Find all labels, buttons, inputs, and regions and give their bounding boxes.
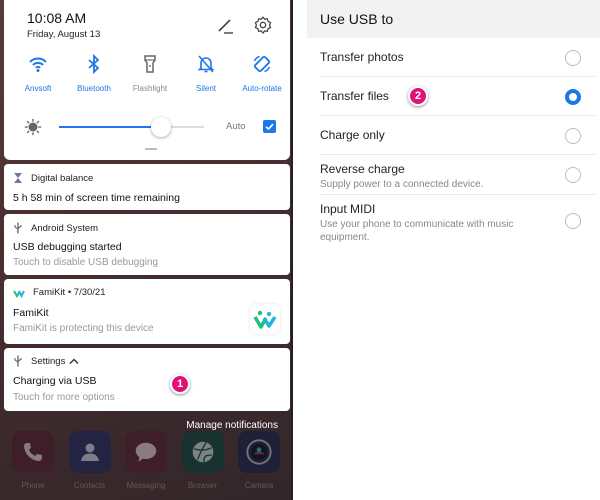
checkmark-icon bbox=[265, 123, 274, 131]
radio-input-midi[interactable] bbox=[565, 213, 581, 229]
usb-option-charge-only[interactable]: Charge only bbox=[320, 116, 596, 155]
rotate-icon bbox=[253, 55, 271, 73]
notification-app-name: Settings bbox=[31, 355, 66, 367]
option-label: Input MIDI bbox=[320, 202, 376, 216]
usb-option-reverse-charge[interactable]: Reverse charge Supply power to a connect… bbox=[320, 155, 596, 195]
notification-famikit[interactable]: FamiKit • 7/30/21 FamiKit FamiKit is pro… bbox=[4, 279, 290, 344]
drag-handle[interactable] bbox=[145, 148, 157, 150]
phone-icon bbox=[24, 443, 42, 461]
tile-label: Bluetooth bbox=[77, 84, 111, 93]
option-label: Reverse charge bbox=[320, 162, 405, 176]
tile-auto-rotate[interactable]: Auto-rotate bbox=[232, 53, 291, 93]
bluetooth-icon bbox=[88, 53, 100, 75]
clock-time: 10:08 AM bbox=[27, 10, 87, 26]
tile-flashlight[interactable]: Flashlight bbox=[120, 53, 180, 93]
tile-bluetooth[interactable]: Bluetooth bbox=[64, 53, 124, 93]
browser-icon bbox=[192, 441, 213, 463]
usb-option-input-midi[interactable]: Input MIDI Use your phone to communicate… bbox=[320, 195, 596, 250]
dock-app-label: Camera bbox=[244, 481, 274, 490]
step-marker-2: 2 bbox=[408, 86, 428, 106]
radio-transfer-photos[interactable] bbox=[565, 50, 581, 66]
usb-icon bbox=[14, 222, 22, 234]
dock-app-label: Messaging bbox=[126, 481, 166, 490]
usb-options-dialog: Use USB to Transfer photos Transfer file… bbox=[307, 0, 600, 500]
dock-app-contacts[interactable]: Contacts bbox=[68, 431, 111, 490]
notification-usb-debugging[interactable]: Android System USB debugging started Tou… bbox=[4, 214, 290, 275]
dock-app-camera[interactable]: Camera bbox=[238, 431, 280, 490]
option-label: Charge only bbox=[320, 128, 385, 142]
dock-app-label: Contacts bbox=[73, 481, 106, 490]
settings-gear-icon[interactable] bbox=[253, 15, 273, 35]
option-label: Transfer files bbox=[320, 89, 389, 103]
dialog-title: Use USB to bbox=[307, 0, 600, 38]
brightness-slider-thumb[interactable] bbox=[150, 117, 171, 137]
notification-title: FamiKit bbox=[13, 307, 49, 319]
chevron-up-icon[interactable] bbox=[69, 358, 79, 364]
notification-shade: 10:08 AM Friday, August 13 Anvsoft Bluet… bbox=[0, 0, 293, 500]
clock-date: Friday, August 13 bbox=[27, 29, 101, 40]
radio-transfer-files[interactable] bbox=[565, 89, 581, 105]
messaging-icon bbox=[135, 442, 157, 462]
brightness-slider-fill bbox=[59, 126, 161, 128]
bell-off-icon bbox=[197, 55, 215, 73]
usb-option-transfer-photos[interactable]: Transfer photos bbox=[320, 38, 596, 77]
hourglass-icon bbox=[14, 173, 22, 183]
usb-icon bbox=[14, 355, 22, 367]
tile-silent[interactable]: Silent bbox=[176, 53, 236, 93]
option-description: Use your phone to communicate with music… bbox=[320, 219, 514, 243]
brightness-icon bbox=[24, 118, 42, 136]
quick-settings-panel: 10:08 AM Friday, August 13 Anvsoft Bluet… bbox=[4, 0, 290, 160]
notification-app-name: Digital balance bbox=[31, 172, 94, 184]
famikit-logo-icon bbox=[253, 310, 277, 329]
tile-label: Flashlight bbox=[132, 84, 168, 93]
dock-app-phone[interactable]: Phone bbox=[12, 431, 54, 490]
notification-app-name: FamiKit • 7/30/21 bbox=[33, 287, 106, 298]
radio-charge-only[interactable] bbox=[565, 128, 581, 144]
dock-app-label: Browser bbox=[187, 481, 218, 490]
brightness-slider[interactable] bbox=[59, 117, 204, 137]
notification-subtitle: FamiKit is protecting this device bbox=[13, 323, 154, 334]
contacts-icon bbox=[80, 443, 99, 461]
radio-reverse-charge[interactable] bbox=[565, 167, 581, 183]
tile-wifi[interactable]: Anvsoft bbox=[8, 53, 68, 93]
notification-title: 5 h 58 min of screen time remaining bbox=[13, 192, 180, 204]
tile-label: Anvsoft bbox=[24, 84, 52, 93]
wifi-icon bbox=[29, 57, 47, 72]
step-marker-1: 1 bbox=[170, 374, 190, 394]
auto-brightness-label: Auto bbox=[226, 121, 246, 132]
usb-option-transfer-files[interactable]: Transfer files 2 bbox=[320, 77, 596, 116]
option-label: Transfer photos bbox=[320, 50, 404, 64]
famikit-icon bbox=[13, 289, 25, 298]
home-dock: Phone Contacts Messaging Browser Camera bbox=[12, 431, 280, 490]
notification-title: USB debugging started bbox=[13, 241, 122, 253]
option-description: Supply power to a connected device. bbox=[320, 179, 484, 190]
notification-title: Charging via USB bbox=[13, 375, 97, 387]
camera-icon bbox=[246, 439, 272, 465]
dock-app-messaging[interactable]: Messaging bbox=[125, 431, 167, 490]
manage-notifications-link[interactable]: Manage notifications bbox=[186, 420, 278, 431]
notification-subtitle: Touch to disable USB debugging bbox=[13, 257, 159, 268]
dock-app-browser[interactable]: Browser bbox=[181, 431, 224, 490]
notification-subtitle: Touch for more options bbox=[13, 392, 115, 403]
dock-app-label: Phone bbox=[21, 481, 45, 490]
tile-label: Auto-rotate bbox=[242, 84, 282, 93]
notification-app-name: Android System bbox=[31, 222, 99, 234]
edit-icon[interactable] bbox=[216, 17, 234, 35]
tile-label: Silent bbox=[195, 84, 216, 93]
notification-usb-charging[interactable]: Settings Charging via USB Touch for more… bbox=[4, 348, 290, 411]
flashlight-icon bbox=[144, 55, 156, 73]
auto-brightness-checkbox[interactable] bbox=[263, 120, 276, 133]
famikit-logo bbox=[250, 304, 280, 334]
notification-digital-balance[interactable]: Digital balance 5 h 58 min of screen tim… bbox=[4, 164, 290, 210]
